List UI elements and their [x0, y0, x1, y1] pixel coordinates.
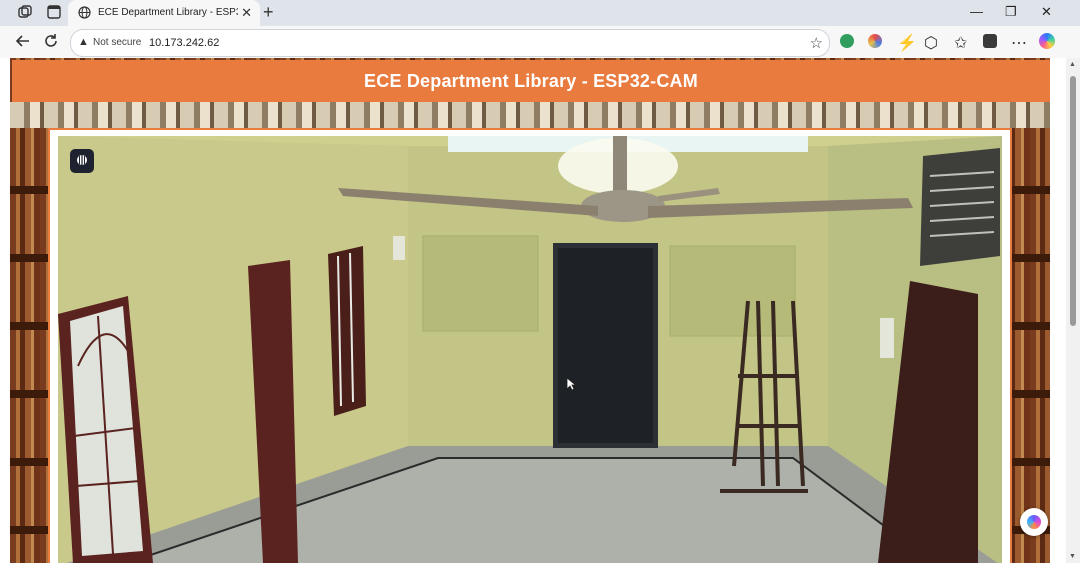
- camera-stream: [58, 136, 1002, 563]
- scroll-down-icon[interactable]: ▼: [1069, 553, 1076, 560]
- camera-toggle-button[interactable]: [70, 149, 94, 173]
- ornate-ceiling-band: [10, 102, 1050, 128]
- camera-toggle-icon: [76, 154, 88, 169]
- camera-stream-image: [58, 136, 1002, 563]
- minimize-button[interactable]: —: [970, 4, 983, 19]
- reload-icon[interactable]: [43, 33, 59, 54]
- tab-actions-icon[interactable]: [47, 5, 63, 21]
- restore-button[interactable]: ❐: [1005, 4, 1017, 20]
- vertical-scrollbar[interactable]: ▲ ▼: [1066, 58, 1080, 563]
- extension-green-icon[interactable]: [840, 34, 854, 48]
- favorite-star-icon[interactable]: ☆: [810, 34, 823, 52]
- scrollbar-thumb[interactable]: [1070, 76, 1076, 326]
- favorites-icon[interactable]: ✩: [954, 33, 967, 53]
- warning-icon[interactable]: ▲: [78, 36, 89, 48]
- copilot-floating-button[interactable]: [1020, 508, 1048, 536]
- active-tab[interactable]: ECE Department Library - ESP32-C ✕: [68, 0, 260, 26]
- profile-icon[interactable]: [983, 34, 997, 48]
- copilot-icon: [1027, 515, 1041, 529]
- address-bar[interactable]: ▲ Not secure 10.173.242.62 ☆: [70, 29, 830, 57]
- puzzle-icon[interactable]: ⬡: [924, 33, 938, 53]
- mouse-cursor-icon: [566, 377, 577, 391]
- security-label[interactable]: Not secure: [93, 37, 141, 48]
- copilot-toolbar-icon[interactable]: [1039, 33, 1055, 49]
- tab-title: ECE Department Library - ESP32-C: [98, 7, 238, 18]
- globe-icon: [78, 6, 91, 24]
- browser-tab-strip: ECE Department Library - ESP32-C ✕ + — ❐…: [0, 0, 1080, 26]
- extension-color-icon[interactable]: [868, 34, 882, 48]
- close-tab-icon[interactable]: ✕: [241, 5, 252, 21]
- new-tab-button[interactable]: +: [263, 2, 274, 23]
- lightning-icon[interactable]: ⚡: [897, 33, 917, 53]
- workspaces-icon[interactable]: [18, 5, 34, 21]
- url-text[interactable]: 10.173.242.62: [149, 37, 219, 49]
- page-title: ECE Department Library - ESP32-CAM: [364, 70, 698, 91]
- more-menu-icon[interactable]: ⋯: [1011, 33, 1027, 53]
- browser-toolbar: ▲ Not secure 10.173.242.62 ☆ ⚡ ⬡ ✩ ⋯: [0, 26, 1080, 58]
- page-viewport: ECE Department Library - ESP32-CAM ▲ ▼: [0, 58, 1080, 563]
- back-icon[interactable]: [15, 33, 31, 54]
- page-header: ECE Department Library - ESP32-CAM: [12, 60, 1050, 102]
- close-window-button[interactable]: ✕: [1041, 4, 1052, 20]
- scroll-up-icon[interactable]: ▲: [1069, 61, 1076, 68]
